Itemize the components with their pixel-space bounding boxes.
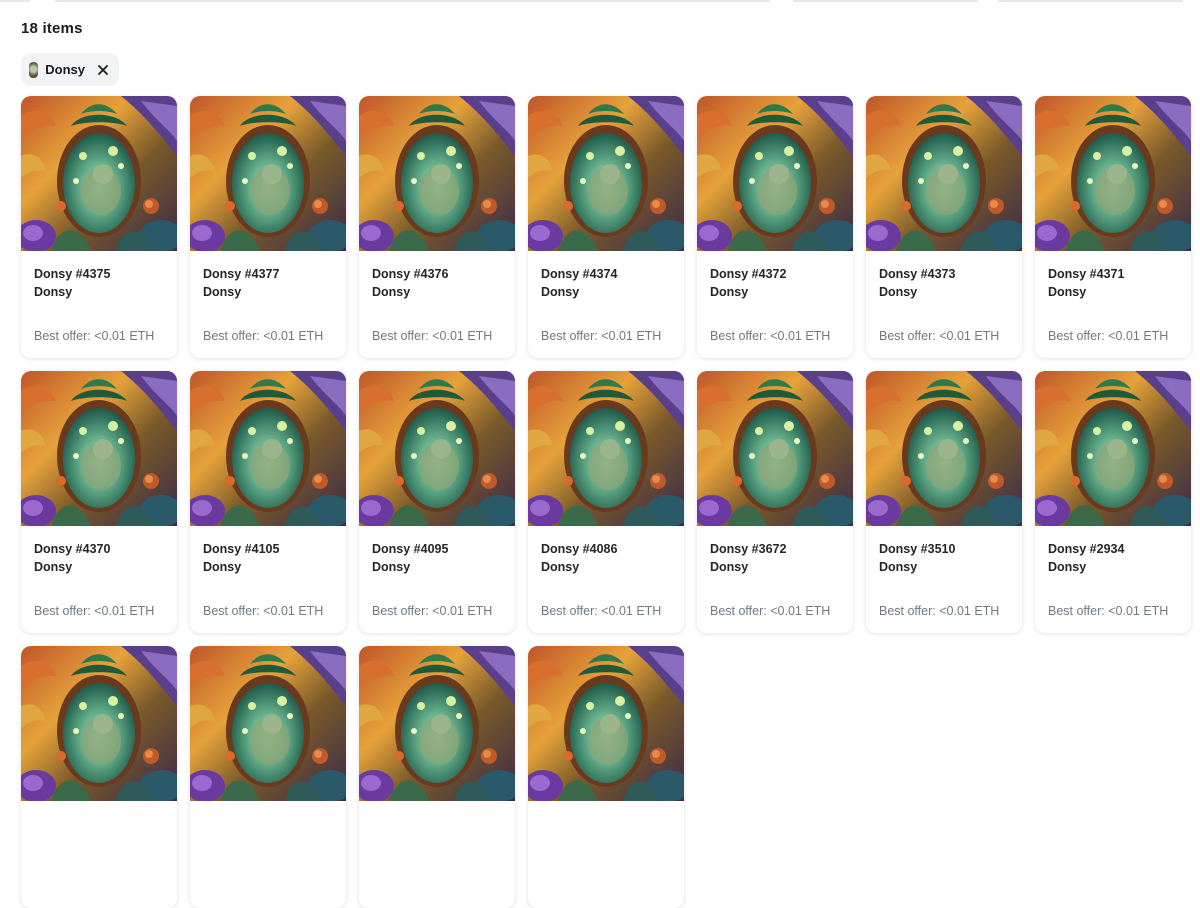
best-offer: Best offer: <0.01 ETH [372,329,493,343]
nft-title[interactable]: Donsy #4377 [203,267,279,281]
best-offer: Best offer: <0.01 ETH [710,604,831,618]
nft-title[interactable]: Donsy #4372 [710,267,786,281]
nft-card[interactable]: Donsy #4086 Donsy Best offer: <0.01 ETH [528,371,684,633]
filter-chip-donsy[interactable]: Donsy [21,53,119,86]
best-offer: Best offer: <0.01 ETH [710,329,831,343]
nft-title[interactable]: Donsy #3672 [710,542,786,556]
nft-collection-name: Donsy [710,285,749,299]
best-offer: Best offer: <0.01 ETH [203,604,324,618]
nft-image[interactable] [21,646,177,801]
nft-title[interactable]: Donsy #3510 [879,542,955,556]
nft-image[interactable] [359,371,515,526]
nft-image[interactable] [528,646,684,801]
nft-image[interactable] [1035,96,1191,251]
nft-collection-name: Donsy [1048,285,1087,299]
nft-image[interactable] [528,96,684,251]
nft-card[interactable]: Donsy #4372 Donsy Best offer: <0.01 ETH [697,96,853,358]
nft-title[interactable]: Donsy #4086 [541,542,617,556]
best-offer: Best offer: <0.01 ETH [541,604,662,618]
nft-collection-name: Donsy [710,560,749,574]
best-offer: Best offer: <0.01 ETH [879,329,1000,343]
nft-card[interactable]: Donsy #4371 Donsy Best offer: <0.01 ETH [1035,96,1191,358]
nft-card[interactable]: Donsy #3672 Donsy Best offer: <0.01 ETH [697,371,853,633]
nft-title[interactable]: Donsy #4375 [34,267,110,281]
nft-title[interactable]: Donsy #4370 [34,542,110,556]
nft-image[interactable] [697,371,853,526]
nft-card[interactable]: Donsy #4370 Donsy Best offer: <0.01 ETH [21,371,177,633]
nft-collection-name: Donsy [541,560,580,574]
nft-card[interactable]: Donsy #4375 Donsy Best offer: <0.01 ETH [21,96,177,358]
best-offer: Best offer: <0.01 ETH [34,329,155,343]
nft-image[interactable] [697,96,853,251]
nft-title[interactable]: Donsy #4376 [372,267,448,281]
nft-image[interactable] [359,96,515,251]
nft-collection-name: Donsy [203,285,242,299]
nft-card[interactable]: Donsy #4374 Donsy Best offer: <0.01 ETH [528,96,684,358]
nft-image[interactable] [359,646,515,801]
nft-card[interactable]: Donsy #2934 Donsy Best offer: <0.01 ETH [1035,371,1191,633]
nft-card[interactable]: Donsy #4376 Donsy Best offer: <0.01 ETH [359,96,515,358]
nft-title[interactable]: Donsy #4095 [372,542,448,556]
nft-card[interactable]: Donsy #4105 Donsy Best offer: <0.01 ETH [190,371,346,633]
nft-image[interactable] [528,371,684,526]
nft-image[interactable] [21,96,177,251]
nft-image[interactable] [190,646,346,801]
best-offer: Best offer: <0.01 ETH [1048,604,1169,618]
items-count: 18 items [21,20,83,37]
nft-card[interactable] [528,646,684,908]
nft-image[interactable] [866,96,1022,251]
best-offer: Best offer: <0.01 ETH [203,329,324,343]
best-offer: Best offer: <0.01 ETH [34,604,155,618]
filter-chip-label: Donsy [45,62,85,77]
close-icon[interactable] [95,62,111,78]
nft-title[interactable]: Donsy #4105 [203,542,279,556]
nft-grid: Donsy #4375 Donsy Best offer: <0.01 ETH [21,96,1191,908]
nft-collection-name: Donsy [372,285,411,299]
nft-image[interactable] [190,96,346,251]
nft-card[interactable]: Donsy #4373 Donsy Best offer: <0.01 ETH [866,96,1022,358]
nft-title[interactable]: Donsy #4371 [1048,267,1124,281]
nft-image[interactable] [1035,371,1191,526]
nft-collection-name: Donsy [34,560,73,574]
nft-image[interactable] [190,371,346,526]
nft-image[interactable] [866,371,1022,526]
best-offer: Best offer: <0.01 ETH [1048,329,1169,343]
nft-collection-name: Donsy [372,560,411,574]
top-divider [0,0,1200,4]
nft-collection-name: Donsy [879,285,918,299]
nft-card[interactable] [21,646,177,908]
nft-collection-name: Donsy [1048,560,1087,574]
nft-collection-name: Donsy [879,560,918,574]
nft-card[interactable]: Donsy #4377 Donsy Best offer: <0.01 ETH [190,96,346,358]
nft-title[interactable]: Donsy #4374 [541,267,617,281]
best-offer: Best offer: <0.01 ETH [372,604,493,618]
collection-avatar [29,61,39,78]
nft-card[interactable] [190,646,346,908]
best-offer: Best offer: <0.01 ETH [879,604,1000,618]
nft-collection-name: Donsy [541,285,580,299]
nft-card[interactable]: Donsy #3510 Donsy Best offer: <0.01 ETH [866,371,1022,633]
nft-card[interactable]: Donsy #4095 Donsy Best offer: <0.01 ETH [359,371,515,633]
best-offer: Best offer: <0.01 ETH [541,329,662,343]
nft-collection-name: Donsy [34,285,73,299]
nft-title[interactable]: Donsy #4373 [879,267,955,281]
nft-card[interactable] [359,646,515,908]
nft-title[interactable]: Donsy #2934 [1048,542,1124,556]
nft-collection-name: Donsy [203,560,242,574]
nft-image[interactable] [21,371,177,526]
